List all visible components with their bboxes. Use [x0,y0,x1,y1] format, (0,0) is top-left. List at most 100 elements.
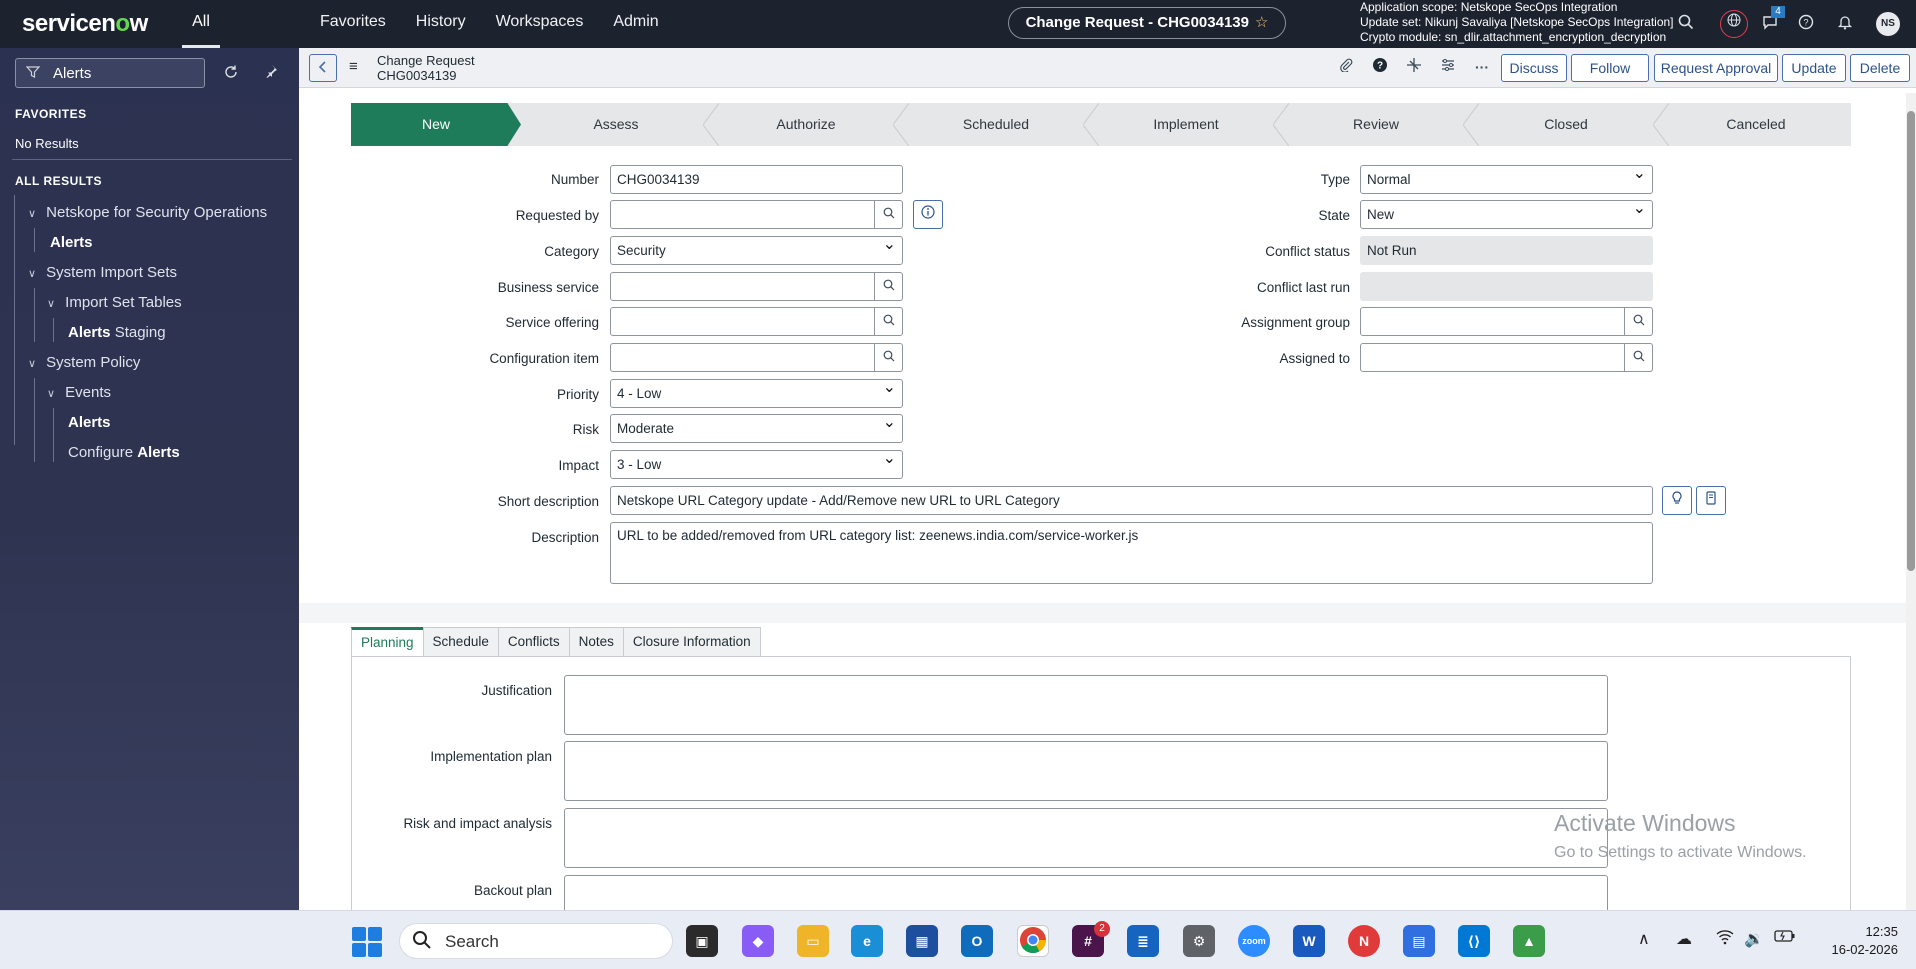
task-view-icon[interactable]: ▣ [686,925,718,957]
request-approval-button[interactable]: Request Approval [1654,54,1778,82]
vscode-icon[interactable]: ⟨⟩ [1458,925,1490,957]
record-title-pill[interactable]: Change Request - CHG0034139 ☆ [1008,7,1286,39]
assignment-group-field[interactable] [1360,307,1625,336]
tab-planning[interactable]: Planning [351,627,424,657]
attachment-icon[interactable] [1336,57,1356,77]
assigned-to-search-icon[interactable] [1624,343,1653,372]
flow-step-closed: Closed [1471,103,1669,146]
short-description-field[interactable]: Netskope URL Category update - Add/Remov… [610,486,1653,515]
scrollbar-thumb[interactable] [1907,111,1915,571]
delete-button[interactable]: Delete [1850,54,1910,82]
tab-closure-information[interactable]: Closure Information [622,627,761,657]
configuration-item-field[interactable] [610,343,875,372]
sidebar-item-import-set-tables[interactable]: ∨ Import Set Tables [47,294,182,311]
system-clock[interactable]: 12:35 16-02-2026 [1818,923,1899,959]
business-service-search-icon[interactable] [874,272,903,301]
application-scope-info[interactable]: Application scope: Netskope SecOps Integ… [1360,0,1690,45]
pin-icon[interactable] [264,64,278,82]
activate-windows-watermark: Activate Windows Go to Settings to activ… [1554,810,1807,861]
tab-conflicts[interactable]: Conflicts [497,627,570,657]
number-field[interactable]: CHG0034139 [610,165,903,194]
help-circle-icon[interactable]: ? [1370,57,1390,77]
knowledge-book-icon[interactable] [1696,486,1726,515]
sidebar-item-system-policy[interactable]: ∨ System Policy [28,354,140,371]
follow-button[interactable]: Follow [1571,54,1649,82]
backout-plan-textarea[interactable] [564,875,1608,910]
page-scrollbar[interactable] [1906,93,1916,910]
refresh-icon[interactable] [223,64,239,84]
chevron-up-icon[interactable]: ∧ [1638,929,1650,949]
tab-notes[interactable]: Notes [568,627,624,657]
discuss-button[interactable]: Discuss [1501,54,1567,82]
user-avatar[interactable]: NS [1876,12,1900,36]
state-select[interactable]: New [1360,200,1653,229]
impact-select[interactable]: 3 - Low [610,450,903,479]
update-button[interactable]: Update [1782,54,1846,82]
sidebar-item-policy-alerts[interactable]: Alerts [68,414,111,431]
conflict-last-run-field [1360,272,1653,301]
folder-app-icon[interactable]: ▤ [1403,925,1435,957]
netskope-icon[interactable]: N [1348,925,1380,957]
m365-copilot-icon[interactable]: ◆ [742,925,774,957]
navigator-filter-input[interactable]: Alerts [15,58,205,88]
risk-impact-analysis-textarea[interactable] [564,808,1608,868]
assignment-group-search-icon[interactable] [1624,307,1653,336]
more-options-icon[interactable]: ··· [1472,57,1492,77]
type-select[interactable]: Normal [1360,165,1653,194]
requested-by-lookup-search-icon[interactable] [874,200,903,229]
requested-by-field[interactable] [610,200,875,229]
priority-select[interactable]: 4 - Low [610,379,903,408]
tab-schedule[interactable]: Schedule [422,627,499,657]
wifi-icon[interactable] [1716,929,1734,950]
edge-icon[interactable]: e [851,925,883,957]
category-select[interactable]: Security [610,236,903,265]
chrome-icon[interactable] [1017,925,1049,957]
favorite-star-icon[interactable]: ☆ [1255,14,1268,31]
context-menu-icon[interactable]: ≡ [349,58,358,75]
nav-favorites[interactable]: Favorites [320,0,386,48]
word-icon[interactable]: W [1293,925,1325,957]
nav-history[interactable]: History [416,0,466,48]
microsoft-store-icon[interactable]: ▦ [906,925,938,957]
configuration-item-search-icon[interactable] [874,343,903,372]
sync-off-icon[interactable]: ☁ [1676,929,1692,949]
servicenow-logo[interactable]: servicenow [22,10,148,38]
file-explorer-icon[interactable]: ▭ [797,925,829,957]
back-button[interactable] [309,54,337,82]
business-service-field[interactable] [610,272,875,301]
battery-icon[interactable] [1774,929,1796,948]
help-icon[interactable]: ? [1796,14,1816,34]
notepad-icon[interactable]: ≣ [1127,925,1159,957]
risk-select[interactable]: Moderate [610,414,903,443]
lightbulb-icon[interactable] [1662,486,1692,515]
sidebar-item-alerts[interactable]: Alerts [50,234,93,251]
search-icon[interactable] [1676,14,1696,34]
settings-gear-icon[interactable]: ⚙ [1183,925,1215,957]
sidebar-item-system-import-sets[interactable]: ∨ System Import Sets [28,264,177,281]
service-offering-search-icon[interactable] [874,307,903,336]
implementation-plan-textarea[interactable] [564,741,1608,801]
taskbar-search[interactable]: Search [399,923,673,959]
sidebar-item-configure-alerts[interactable]: Configure Alerts [68,444,180,461]
info-icon[interactable] [913,200,943,229]
sidebar-item-netskope[interactable]: ∨ Netskope for Security Operations [28,204,267,221]
zoom-icon[interactable]: zoom [1238,925,1270,957]
sidebar-item-alerts-staging[interactable]: Alerts Staging [68,324,166,341]
globe-icon[interactable] [1720,10,1748,38]
nav-workspaces[interactable]: Workspaces [496,0,584,48]
requested-by-label: Requested by [515,208,599,223]
nav-admin[interactable]: Admin [613,0,658,48]
all-menu-tab[interactable]: All [182,0,220,48]
image-viewer-icon[interactable]: ▲ [1513,925,1545,957]
justification-textarea[interactable] [564,675,1608,735]
volume-icon[interactable]: 🔉 [1744,929,1764,949]
assigned-to-field[interactable] [1360,343,1625,372]
outlook-icon[interactable]: O [961,925,993,957]
bell-icon[interactable] [1835,14,1855,34]
windows-start-icon[interactable] [352,927,382,957]
service-offering-field[interactable] [610,307,875,336]
sidebar-item-events[interactable]: ∨ Events [47,384,111,401]
description-textarea[interactable]: URL to be added/removed from URL categor… [610,522,1653,584]
activity-stream-icon[interactable] [1404,57,1424,77]
personalize-form-icon[interactable] [1438,57,1458,77]
